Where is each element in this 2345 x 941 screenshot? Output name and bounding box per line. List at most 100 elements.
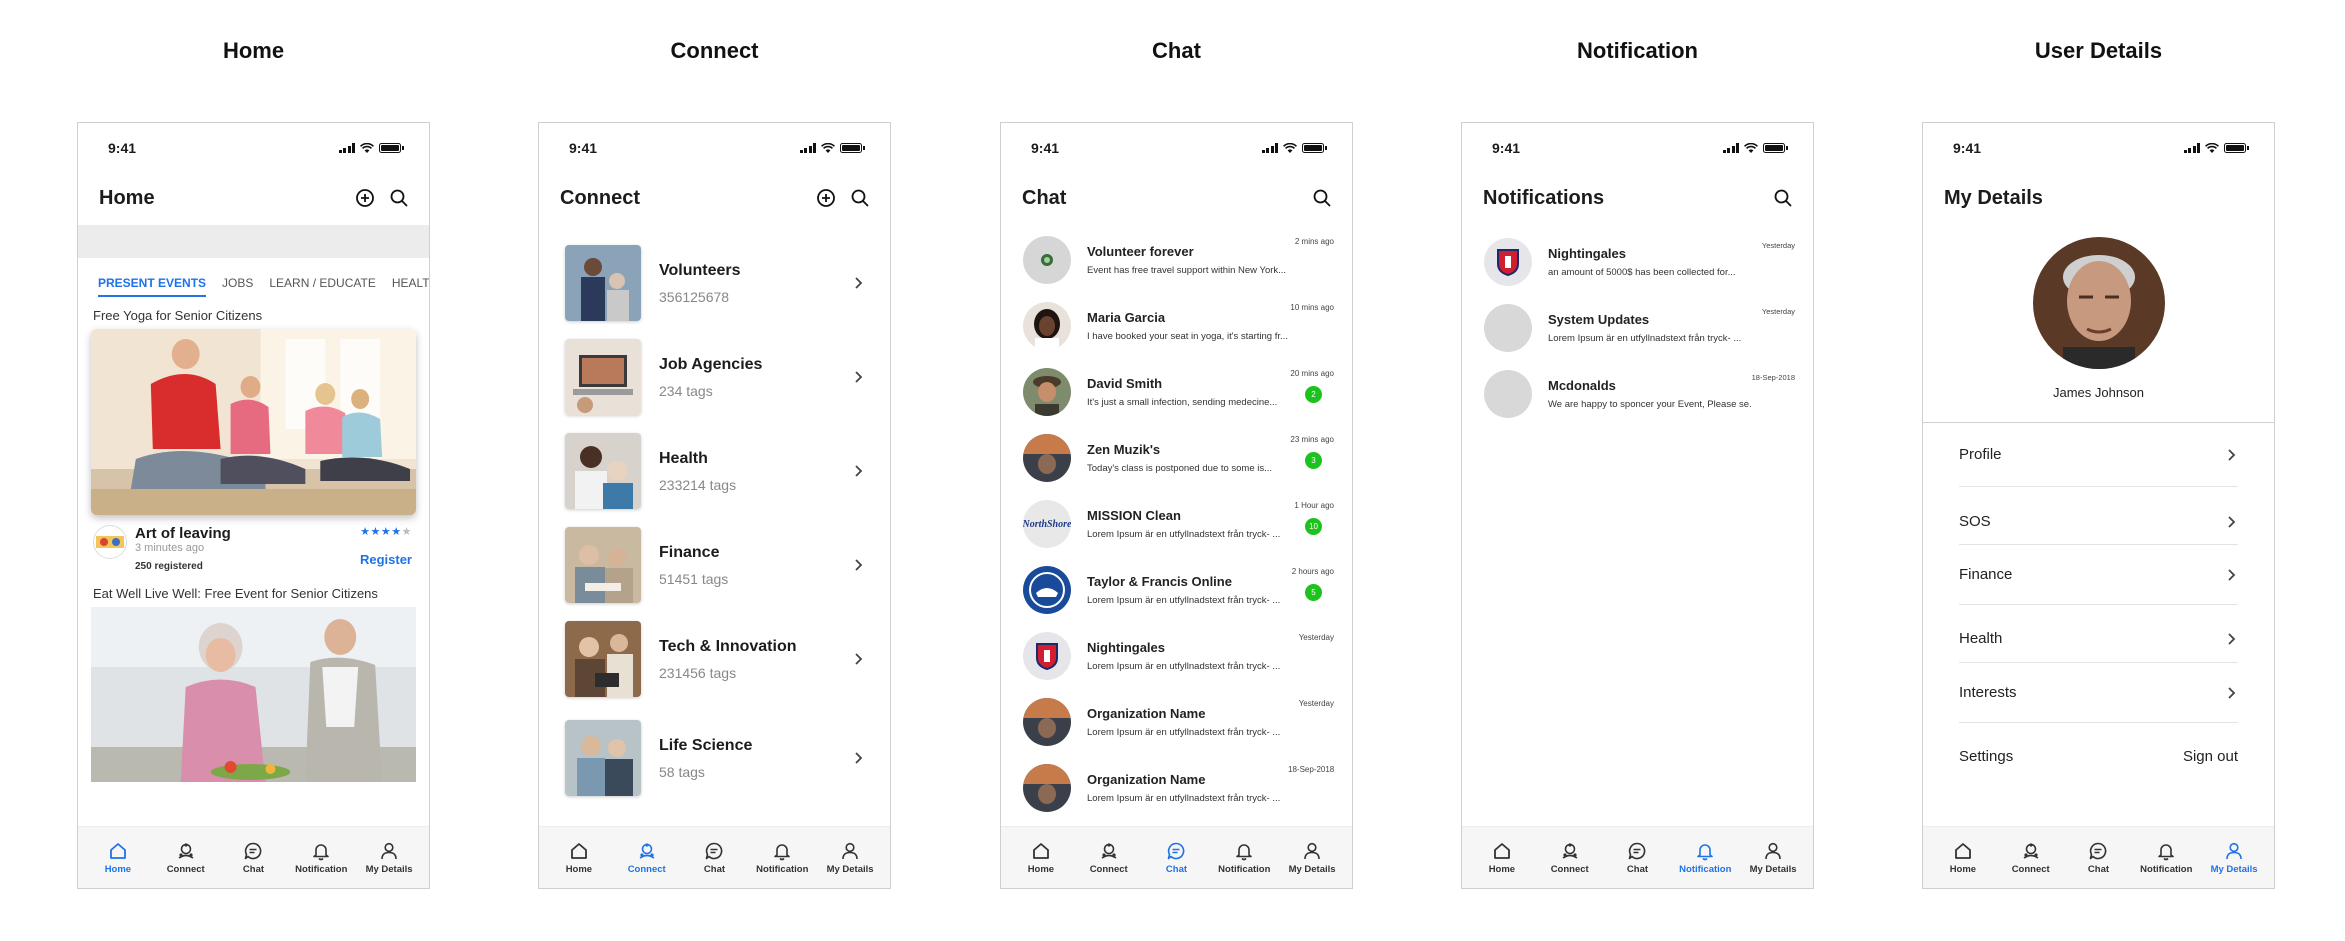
bell-icon [1697,843,1714,860]
nav-my-details[interactable]: My Details [1281,841,1343,875]
category-thumbnail [565,339,641,415]
register-link[interactable]: Register [360,552,412,567]
nav-home[interactable]: Home [87,841,149,875]
event-title[interactable]: Free Yoga for Senior Citizens [78,300,429,329]
nav-connect[interactable]: Connect [2000,841,2062,875]
nav-notification[interactable]: Notification [751,841,813,875]
notification-row[interactable]: Nightingales an amount of 5000$ has been … [1462,229,1813,295]
chat-row[interactable]: Zen Muzik's Today's class is postponed du… [1001,425,1352,491]
chat-row[interactable]: NorthShore MISSION Clean Lorem Ipsum är e… [1001,491,1352,557]
notification-title: Nightingales [1548,246,1627,261]
tab-jobs[interactable]: JOBS [222,276,253,290]
profile-name: James Johnson [2052,385,2145,400]
chevron-right-icon [855,465,863,477]
search-icon[interactable] [389,188,409,208]
list-item[interactable]: Job Agencies 234 tags [539,330,890,424]
list-item[interactable]: Volunteers 356125678 [539,236,890,330]
nav-home[interactable]: Home [1471,841,1533,875]
chat-name: Organization Name [1087,772,1206,787]
nav-my-details[interactable]: My Details [1742,841,1804,875]
chat-row[interactable]: Nightingales Lorem Ipsum är en utfyllnads… [1001,623,1352,689]
category-name: Health [659,449,708,467]
category-count: 58 tags [659,763,705,780]
chat-icon [2090,842,2107,859]
home-icon [1954,842,1971,859]
add-icon[interactable] [816,188,836,208]
nav-chat[interactable]: Chat [222,841,284,875]
search-icon[interactable] [1312,188,1332,208]
home-icon [109,842,126,859]
nav-connect[interactable]: Connect [155,841,217,875]
chat-time: Yesterday [1298,633,1334,642]
nav-notification[interactable]: Notification [2135,841,2197,875]
nav-notification[interactable]: Notification [1674,841,1736,875]
banner-placeholder [78,225,429,258]
status-bar: 9:41 [1001,123,1352,173]
notification-row[interactable]: Mcdonalds We are happy to sponcer your Ev… [1462,361,1813,427]
search-icon[interactable] [1773,188,1793,208]
menu-item-interests[interactable]: Interests [1959,663,2238,723]
page-title: Chat [1022,186,1067,209]
search-icon[interactable] [850,188,870,208]
nav-connect[interactable]: Connect [1078,841,1140,875]
event-image-yoga[interactable] [91,329,416,515]
nav-home[interactable]: Home [548,841,610,875]
chat-time: 18-Sep-2018 [1288,765,1335,774]
nav-connect[interactable]: Connect [1539,841,1601,875]
chat-name: Volunteer forever [1087,244,1194,259]
nav-label-notification: Notification [1679,863,1732,875]
nav-home[interactable]: Home [1010,841,1072,875]
add-icon[interactable] [355,188,375,208]
nav-chat[interactable]: Chat [2067,841,2129,875]
chat-row[interactable]: Organization Name Lorem Ipsum är en utfyl… [1001,755,1352,821]
list-item[interactable]: Life Science 58 tags [539,706,890,810]
chat-row[interactable]: Organization Name Lorem Ipsum är en utfyl… [1001,689,1352,755]
notification-row[interactable]: System Updates Lorem Ipsum är en utfyllna… [1462,295,1813,361]
list-item[interactable]: Health 233214 tags [539,424,890,518]
nav-my-details[interactable]: My Details [819,841,881,875]
battery-icon [1302,143,1327,153]
nav-label-chat: Chat [1626,863,1649,875]
nav-notification[interactable]: Notification [290,841,352,875]
wifi-icon [821,143,835,153]
event-registered-count: 250 registered [135,561,203,572]
list-item[interactable]: Finance 51451 tags [539,518,890,612]
sign-out-button[interactable]: Sign out [2183,748,2238,765]
category-tabs: PRESENT EVENTS JOBS LEARN / EDUCATE HEAL… [78,266,429,300]
nav-connect[interactable]: Connect [616,841,678,875]
tab-present-events[interactable]: PRESENT EVENTS [98,276,207,297]
wifi-icon [1744,143,1758,153]
chat-row[interactable]: David Smith It's just a small infection, … [1001,359,1352,425]
chevron-right-icon [855,371,863,383]
chevron-right-icon [855,752,863,764]
menu-item-profile[interactable]: Profile [1959,423,2238,487]
nav-chat[interactable]: Chat [1145,841,1207,875]
nav-notification[interactable]: Notification [1213,841,1275,875]
nav-my-details[interactable]: My Details [2203,841,2265,875]
chat-row[interactable]: Maria Garcia I have booked your seat in y… [1001,293,1352,359]
nav-chat[interactable]: Chat [683,841,745,875]
menu-item-finance[interactable]: Finance [1959,545,2238,605]
nav-my-details[interactable]: My Details [358,841,420,875]
event-image-cooking[interactable] [91,607,416,782]
category-count: 51451 tags [659,570,729,587]
profile-photo[interactable] [2032,237,2165,369]
avatar [1023,434,1071,482]
settings-link[interactable]: Settings [1959,748,2013,765]
nav-label-notification: Notification [2140,863,2193,875]
status-time: 9:41 [108,140,137,156]
event-title-2[interactable]: Eat Well Live Well: Free Event for Senio… [78,572,429,607]
signal-icon [799,143,816,153]
nav-home[interactable]: Home [1932,841,1994,875]
chevron-right-icon [855,559,863,571]
chat-row[interactable]: Taylor & Francis Online Lorem Ipsum är en… [1001,557,1352,623]
event-organization[interactable]: Art of leaving [135,525,231,542]
tab-learn-educate[interactable]: LEARN / EDUCATE [269,276,375,290]
screen-title-chat: Chat [1152,38,1201,63]
list-item[interactable]: Tech & Innovation 231456 tags [539,612,890,706]
chat-row[interactable]: Volunteer forever Event has free travel s… [1001,227,1352,293]
menu-item-health[interactable]: Health [1959,605,2238,663]
tab-health[interactable]: HEALTH A [392,276,429,290]
nav-chat[interactable]: Chat [1606,841,1668,875]
menu-item-sos[interactable]: SOS [1959,487,2238,545]
